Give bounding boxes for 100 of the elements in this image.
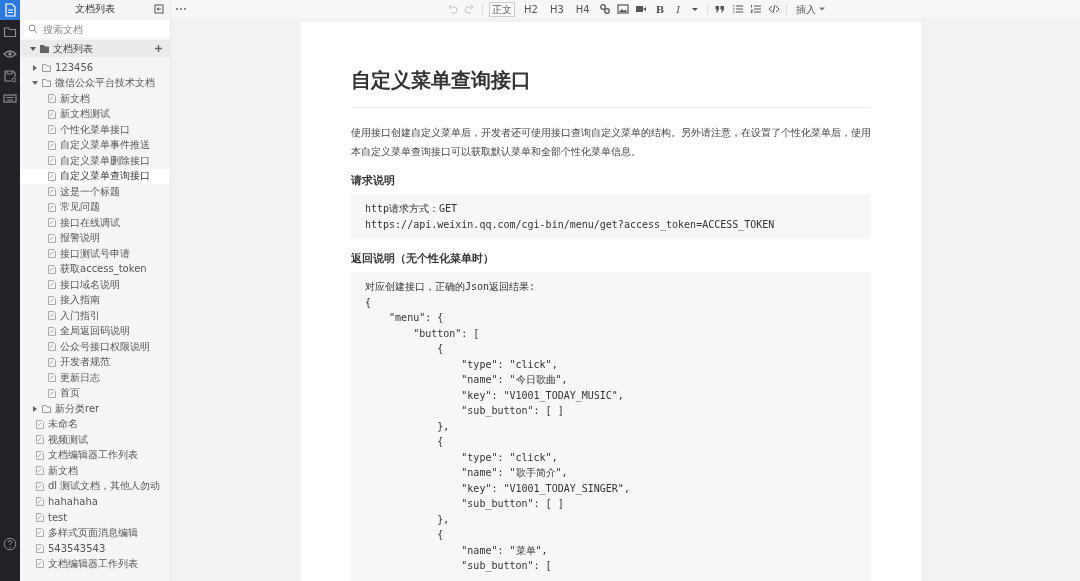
document-icon bbox=[48, 249, 56, 259]
eye-icon[interactable] bbox=[3, 47, 17, 61]
tree-item[interactable]: 更新日志 bbox=[20, 370, 170, 386]
tree-item[interactable]: dl 测试文档，其他人勿动 bbox=[20, 478, 170, 494]
tree-item[interactable]: 首页 bbox=[20, 385, 170, 401]
document-icon bbox=[36, 559, 44, 569]
tree-item[interactable]: 报警说明 bbox=[20, 230, 170, 246]
document-icon bbox=[48, 357, 56, 367]
tree-item[interactable]: 543543543 bbox=[20, 540, 170, 556]
tree-item[interactable]: 个性化菜单接口 bbox=[20, 122, 170, 138]
document-icon bbox=[48, 109, 56, 119]
document-icon bbox=[48, 373, 56, 383]
caret-right-icon bbox=[32, 64, 38, 71]
code-line: "name": "今日歌曲", bbox=[460, 373, 569, 387]
tree-item[interactable]: 自定义菜单查询接口 bbox=[20, 168, 170, 184]
document-icon bbox=[36, 481, 44, 491]
tree-item[interactable]: 新分类rer bbox=[20, 401, 170, 417]
help-icon[interactable] bbox=[3, 537, 17, 551]
tree-item[interactable]: 微信公众平台技术文档 bbox=[20, 75, 170, 91]
tree-item[interactable]: 123456 bbox=[20, 60, 170, 76]
heading-style-button[interactable]: H4 bbox=[572, 1, 593, 17]
folder-icon[interactable] bbox=[3, 25, 17, 39]
collapse-icon[interactable] bbox=[154, 4, 164, 14]
keyboard-icon[interactable] bbox=[3, 91, 17, 105]
tree-item[interactable]: 常见问题 bbox=[20, 199, 170, 215]
document-icon bbox=[48, 218, 56, 228]
tree-item[interactable]: 新文档 bbox=[20, 91, 170, 107]
tree-item[interactable]: hahahaha bbox=[20, 494, 170, 510]
tree-item[interactable]: 新文档测试 bbox=[20, 106, 170, 122]
insert-menu-button[interactable]: 插入 bbox=[793, 1, 829, 17]
heading-style-button[interactable]: H3 bbox=[546, 1, 567, 17]
code-line: "type": "click", bbox=[460, 450, 559, 465]
document-icon bbox=[48, 264, 56, 274]
tree-item[interactable]: 文档编辑器工作列表 bbox=[20, 556, 170, 572]
tree-item[interactable]: 开发者规范 bbox=[20, 354, 170, 370]
code-line: "sub_button": [ ] bbox=[460, 497, 565, 512]
plus-icon[interactable] bbox=[155, 45, 162, 52]
document-icon bbox=[48, 187, 56, 197]
tree-label: 文档列表 bbox=[53, 41, 94, 56]
tree-item[interactable]: 视频测试 bbox=[20, 432, 170, 448]
heading-style-button[interactable]: 正文 bbox=[489, 1, 515, 17]
code-line: { bbox=[436, 528, 445, 542]
tree-item[interactable]: 获取access_token bbox=[20, 261, 170, 277]
code-line: "type": "click", bbox=[460, 357, 559, 372]
document-icon bbox=[48, 295, 56, 305]
quote-icon[interactable] bbox=[714, 3, 727, 15]
document-icon bbox=[36, 497, 44, 507]
paragraph: 使用接口创建自定义菜单后，开发者还可使用接口查询自定义菜单的结构。另外请注意，在设置了个性化菜单后，使用本自定义菜单查询接口可以获取默认菜单和全部个性化菜单信息。 bbox=[351, 126, 871, 159]
document-title: 自定义菜单查询接口 bbox=[351, 22, 871, 108]
code-line: "name": "菜单", bbox=[460, 543, 549, 558]
code-line: 对应创建接口，正确的Json返回结果: bbox=[365, 280, 537, 294]
document-icon bbox=[48, 388, 56, 398]
tree-item[interactable]: 未命名 bbox=[20, 416, 170, 432]
document-icon[interactable] bbox=[3, 3, 17, 17]
heading-style-button[interactable]: H2 bbox=[521, 1, 541, 17]
link-icon[interactable] bbox=[598, 3, 611, 15]
tree-item[interactable]: 接入指南 bbox=[20, 292, 170, 308]
code-line: "key": "V1001_TODAY_SINGER", bbox=[460, 481, 631, 496]
folder-icon bbox=[40, 44, 49, 53]
tree-item[interactable]: 文档编辑器工作列表 bbox=[20, 447, 170, 463]
tree-item[interactable]: 接口域名说明 bbox=[20, 277, 170, 293]
tree-item[interactable]: 公众号接口权限说明 bbox=[20, 339, 170, 355]
document-icon bbox=[48, 311, 56, 321]
code-line: https://api.weixin.qq.com/cgi-bin/menu/get?access_token=ACCESS_TOKEN bbox=[365, 217, 776, 232]
code-line: "button": [ bbox=[412, 326, 481, 341]
tree-item[interactable]: 入门指引 bbox=[20, 308, 170, 324]
tree-item[interactable]: 这是一个标题 bbox=[20, 184, 170, 200]
caret-down-icon bbox=[30, 45, 36, 52]
code-line: { bbox=[365, 295, 373, 310]
image-icon[interactable] bbox=[616, 3, 629, 15]
numbered-list-icon[interactable] bbox=[750, 3, 763, 15]
document-icon bbox=[36, 419, 44, 429]
tree-item[interactable]: 自定义菜单删除接口 bbox=[20, 153, 170, 169]
document-icon bbox=[36, 528, 44, 538]
tree-root[interactable]: 文档列表 bbox=[20, 40, 170, 57]
code-line: { bbox=[436, 342, 445, 356]
code-line: "menu": { bbox=[388, 311, 445, 325]
tree-item[interactable]: 接口在线调试 bbox=[20, 215, 170, 231]
tree-item[interactable]: test bbox=[20, 509, 170, 525]
code-line: }, bbox=[436, 512, 451, 527]
tree-item[interactable]: 全局返回码说明 bbox=[20, 323, 170, 339]
document-icon bbox=[36, 543, 44, 553]
tree-item[interactable]: 接口测试号申请 bbox=[20, 246, 170, 262]
code-line: { bbox=[436, 435, 445, 449]
save-icon[interactable] bbox=[3, 69, 17, 83]
tree-item[interactable]: 自定义菜单事件推送 bbox=[20, 137, 170, 153]
code-line: "name": "歌手简介", bbox=[460, 466, 569, 480]
search-field[interactable]: 搜索文档 bbox=[24, 20, 170, 38]
document-icon bbox=[48, 280, 56, 290]
bold-button[interactable]: B bbox=[652, 1, 668, 17]
document-icon bbox=[36, 450, 44, 460]
document-icon bbox=[48, 171, 56, 181]
italic-button[interactable]: I bbox=[673, 1, 684, 17]
folder-icon bbox=[42, 404, 51, 413]
document-icon bbox=[48, 233, 56, 243]
tree-item[interactable]: 新文档 bbox=[20, 463, 170, 479]
caret-down-icon bbox=[819, 6, 826, 12]
tree-item[interactable]: 多样式页面消息编辑 bbox=[20, 525, 170, 541]
video-camera-icon[interactable] bbox=[634, 3, 647, 15]
code-icon[interactable] bbox=[768, 3, 781, 15]
